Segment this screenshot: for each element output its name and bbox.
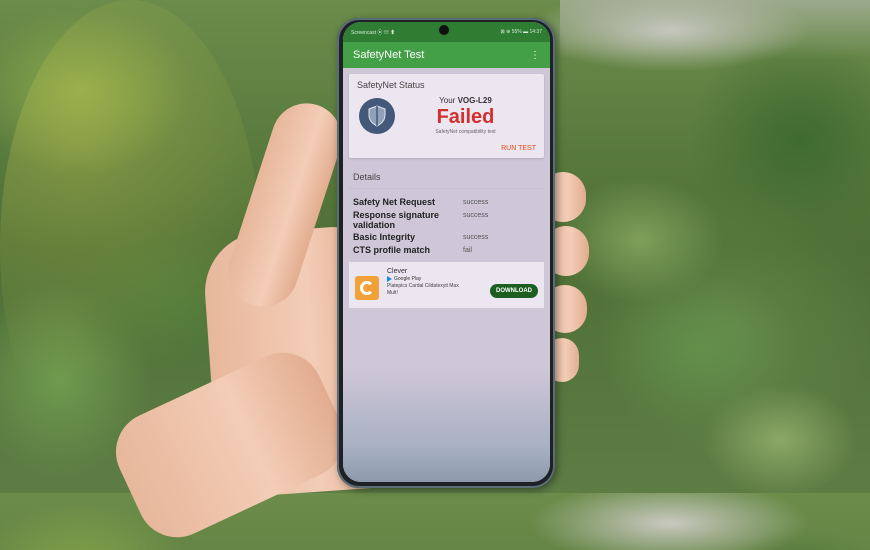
detail-key: Safety Net Request: [353, 197, 436, 207]
status-left: Screencast ⦿ ☏ ⬆: [351, 29, 396, 36]
ad-store: Google Play: [394, 276, 422, 282]
clever-app-icon: [355, 276, 379, 300]
device-prefix: Your: [439, 96, 456, 105]
result-caption: SafetyNet compatibility test: [435, 129, 496, 135]
google-play-label: Google Play: [387, 276, 467, 282]
detail-row: Basic Integrity success: [343, 232, 550, 243]
app-bar: SafetyNet Test ⋮: [343, 42, 550, 68]
ad-text: Platepics Cardal Cildatexyit Max Mult!: [387, 283, 459, 296]
foliage-right: [600, 150, 870, 493]
detail-key: CTS profile match: [353, 245, 431, 255]
run-test-button[interactable]: RUN TEST: [349, 141, 544, 158]
detail-value: success: [463, 234, 489, 241]
app-title: SafetyNet Test: [353, 49, 425, 61]
detail-row: Safety Net Request success: [343, 197, 550, 208]
status-card: SafetyNet Status Your VOG-L29 Failed Saf…: [349, 74, 544, 158]
screen-empty-area: [343, 367, 550, 482]
detail-key: Basic Integrity: [353, 232, 416, 242]
ad-name: Clever: [387, 268, 408, 275]
front-camera: [439, 25, 449, 35]
detail-value: fail: [463, 247, 472, 254]
detail-value: success: [463, 199, 489, 206]
result-text: Failed: [436, 106, 495, 128]
google-play-icon: [387, 276, 392, 282]
phone-screen: Screencast ⦿ ☏ ⬆ ⊠ ⊕ 55% ▬ 14:37 SafetyN…: [343, 22, 550, 482]
wall-top: [560, 0, 870, 60]
device-model: VOG-L29: [457, 96, 492, 105]
download-button[interactable]: DOWNLOAD: [490, 284, 538, 298]
shield-icon: [359, 97, 395, 134]
ad-banner[interactable]: Clever Google Play Platepics Cardal Cild…: [349, 262, 544, 308]
more-vert-icon[interactable]: ⋮: [530, 50, 540, 61]
status-card-title: SafetyNet Status: [357, 80, 425, 90]
detail-row: CTS profile match fail: [343, 245, 550, 256]
detail-key: Response signature validation: [353, 210, 440, 230]
status-right: ⊠ ⊕ 55% ▬ 14:37: [500, 29, 542, 35]
detail-row: Response signature validation success: [343, 210, 550, 230]
details-title: Details: [353, 172, 381, 182]
device-line: Your VOG-L29: [395, 96, 536, 105]
detail-value: success: [463, 212, 489, 219]
